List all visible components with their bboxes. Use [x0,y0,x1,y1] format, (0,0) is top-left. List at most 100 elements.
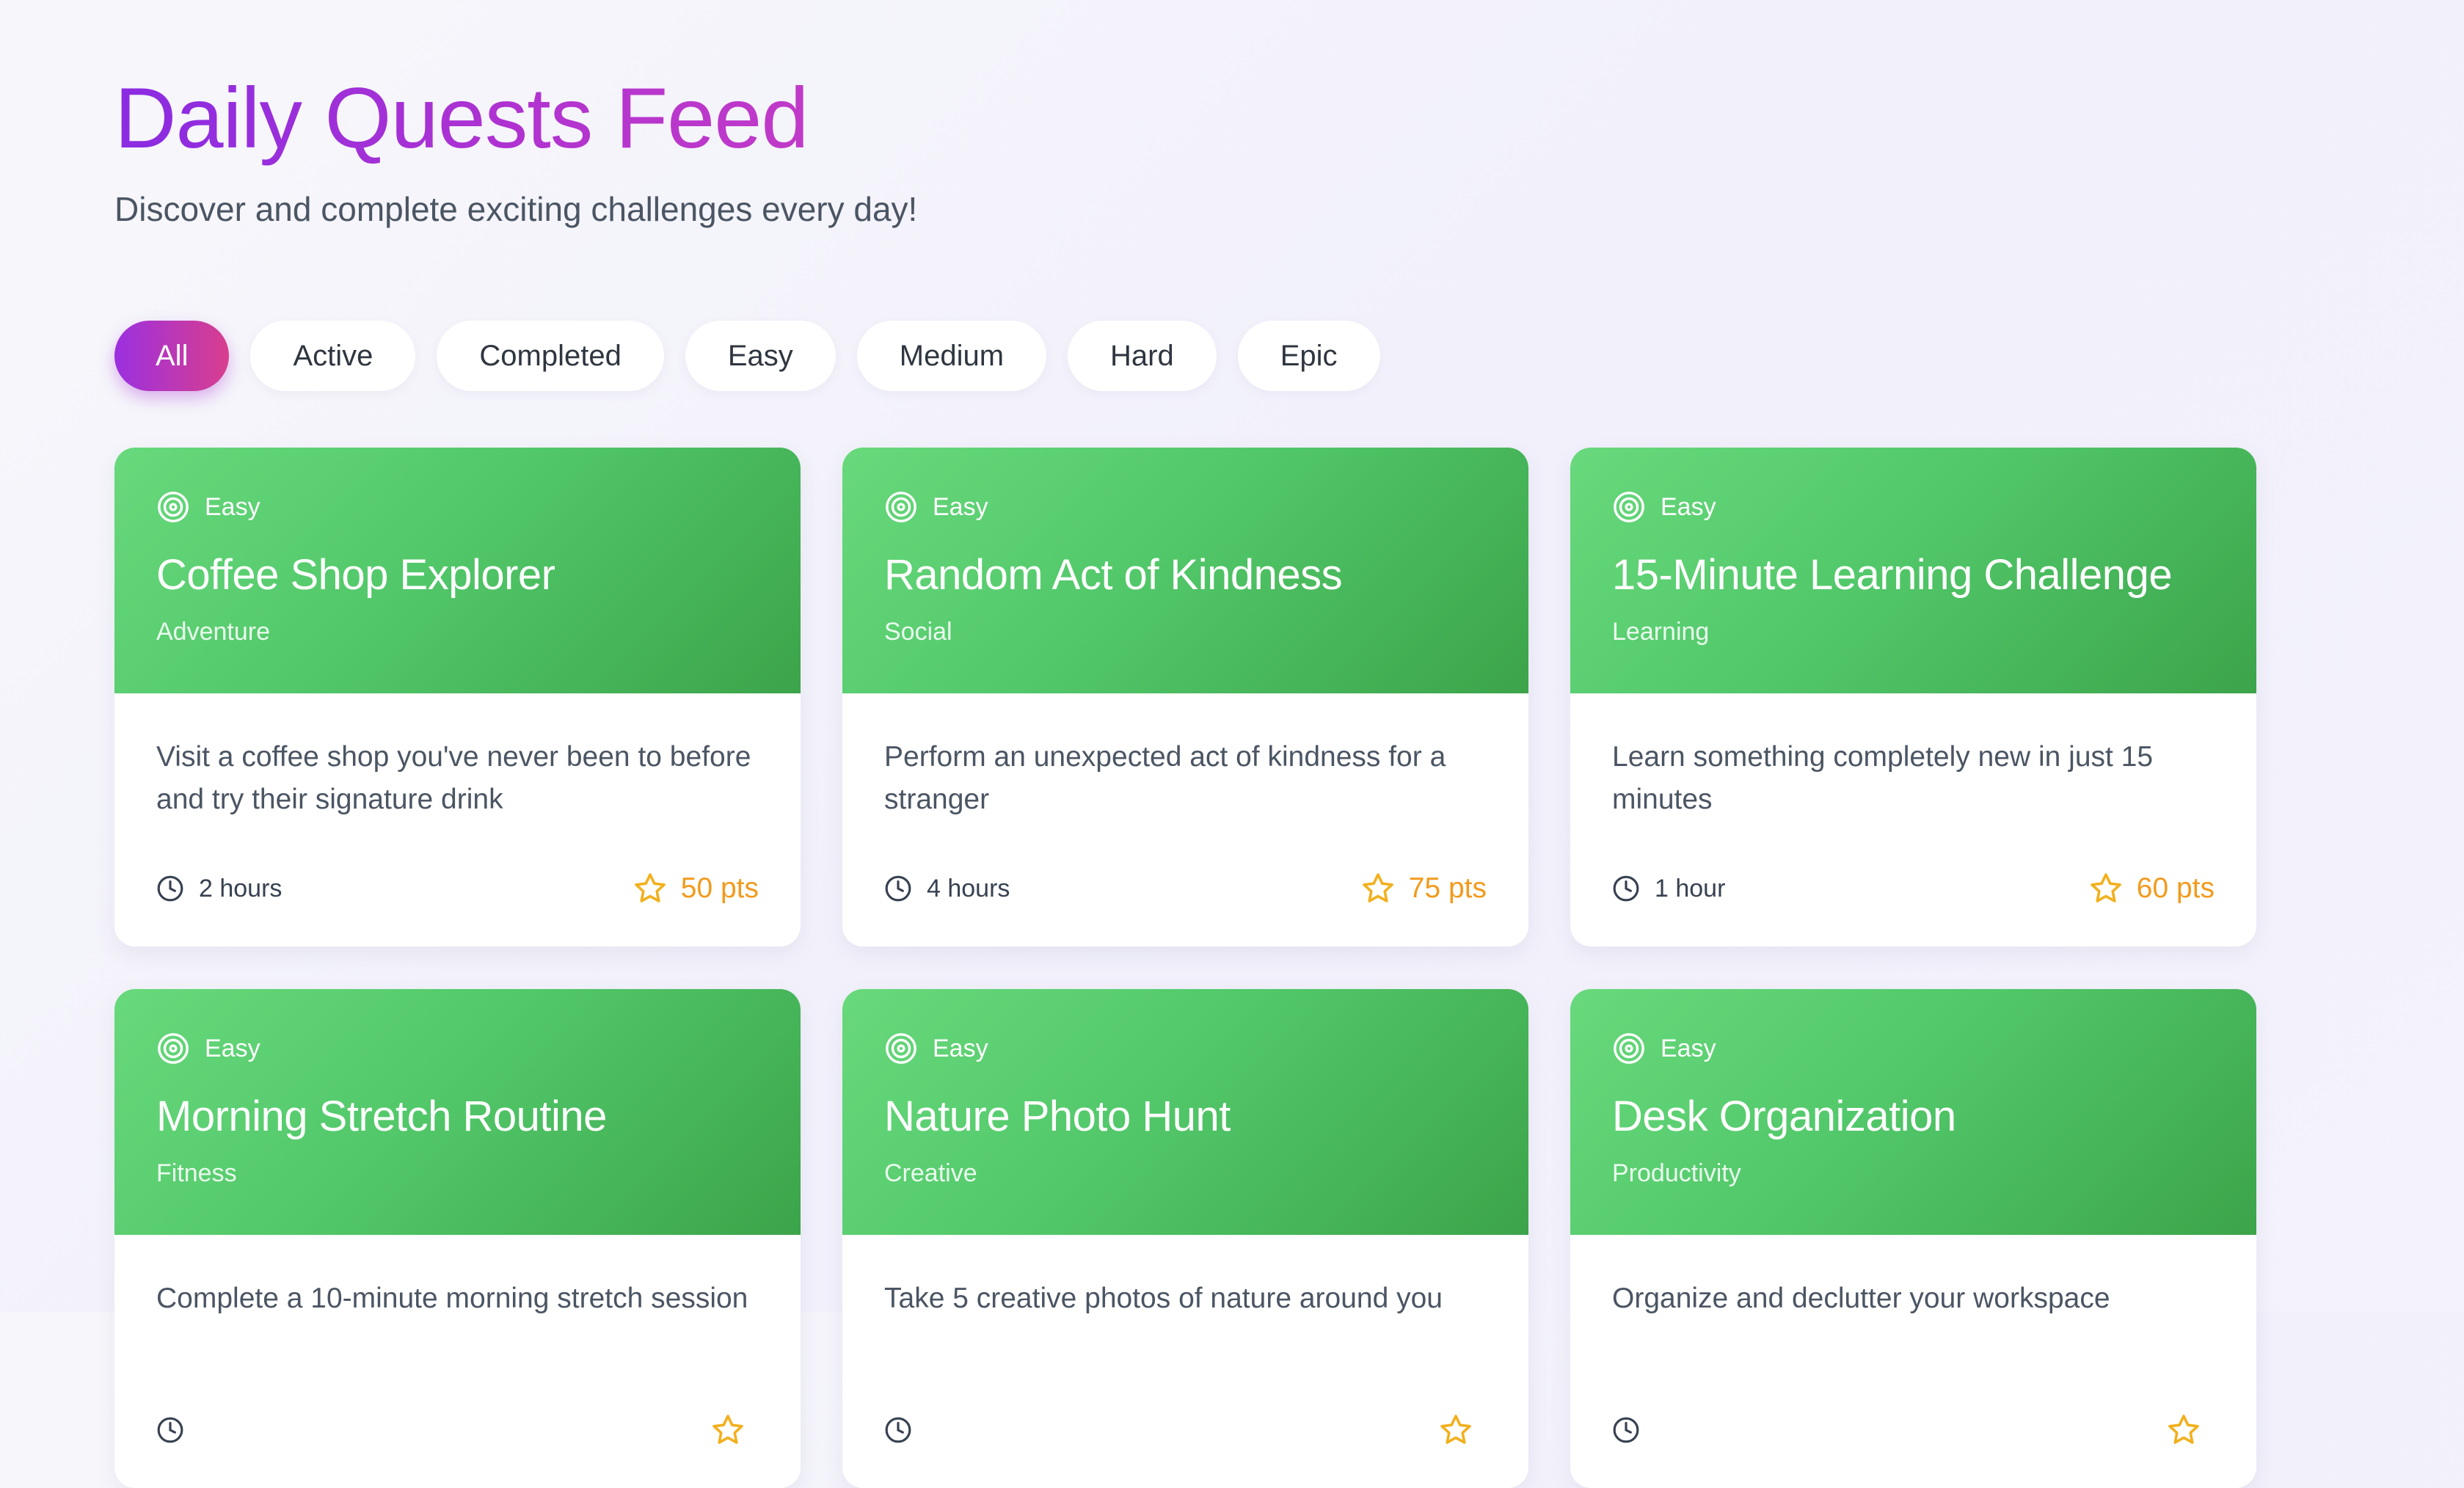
points-label: 60 pts [2136,872,2215,904]
target-icon [1614,492,1644,522]
filter-all[interactable]: All [114,321,230,391]
target-icon [158,492,189,522]
quest-card-header: Easy Morning Stretch Routine Fitness [114,989,801,1235]
duration-label: 2 hours [199,874,283,902]
quest-duration: 2 hours [156,875,282,903]
quest-duration [1612,1416,1655,1444]
quest-card[interactable]: Easy Random Act of Kindness Social Perfo… [842,448,1528,947]
target-icon [1614,1033,1644,1064]
difficulty-badge: Easy [156,490,260,524]
quest-card-header: Easy Coffee Shop Explorer Adventure [114,448,801,693]
quest-footer: 4 hours 75 pts [884,869,1487,908]
quest-card-body: Learn something completely new in just 1… [1570,693,2256,947]
star-icon [634,873,666,902]
difficulty-label: Easy [1661,492,1716,521]
quest-description: Take 5 creative photos of nature around … [884,1283,1443,1314]
difficulty-label: Easy [205,492,260,521]
star-icon [2090,873,2121,902]
quest-description: Learn something completely new in just 1… [1612,741,2154,815]
quest-points: 60 pts [2088,871,2215,906]
quest-description: Complete a 10-minute morning stretch ses… [156,1283,748,1314]
difficulty-label: Easy [933,492,988,521]
quest-footer [884,1411,1487,1449]
difficulty-label: Easy [1661,1034,1716,1062]
target-icon [158,1033,189,1064]
quest-card-body: Visit a coffee shop you've never been to… [114,693,801,947]
quest-card-body: Organize and declutter your workspace [1570,1235,2256,1488]
quest-footer: 2 hours 50 pts [156,869,759,908]
quest-card-body: Complete a 10-minute morning stretch ses… [114,1235,801,1488]
quest-description: Perform an unexpected act of kindness fo… [884,741,1446,815]
quest-card-body: Perform an unexpected act of kindness fo… [842,693,1528,947]
quest-duration: 1 hour [1612,875,1725,903]
quest-card[interactable]: Easy Coffee Shop Explorer Adventure Visi… [114,448,801,947]
quest-title: 15-Minute Learning Challenge [1612,551,2173,599]
quest-category: Fitness [156,1159,237,1187]
quest-duration: 4 hours [884,875,1010,903]
quest-points [710,1412,759,1448]
quest-card[interactable]: Easy 15-Minute Learning Challenge Learni… [1570,448,2256,947]
quest-title: Morning Stretch Routine [156,1093,607,1140]
star-icon [2168,1415,2199,1444]
target-icon [886,1033,916,1064]
difficulty-badge: Easy [1612,1032,1716,1065]
quest-category: Productivity [1612,1159,1741,1187]
quest-points: 75 pts [1360,871,1487,906]
quest-title: Nature Photo Hunt [884,1093,1231,1140]
target-icon [886,492,916,522]
quest-description: Organize and declutter your workspace [1612,1283,2110,1314]
star-icon [1440,1415,1471,1444]
quest-points: 50 pts [633,871,759,906]
quest-category: Learning [1612,618,1710,646]
quest-card[interactable]: Easy Nature Photo Hunt Creative Take 5 c… [842,989,1528,1488]
quest-description: Visit a coffee shop you've never been to… [156,741,751,815]
clock-icon [1613,875,1639,902]
filter-hard[interactable]: Hard [1068,321,1217,391]
quest-card-header: Easy 15-Minute Learning Challenge Learni… [1570,448,2256,693]
quest-points [1438,1412,1487,1448]
points-label: 50 pts [680,872,759,904]
quest-title: Coffee Shop Explorer [156,551,555,599]
quest-category: Social [884,618,952,646]
quest-title: Desk Organization [1612,1093,1956,1140]
filter-bar: All Active Completed Easy Medium Hard Ep… [114,321,1380,391]
quest-grid: Easy Coffee Shop Explorer Adventure Visi… [114,448,2256,1488]
quest-category: Creative [884,1159,977,1187]
clock-icon [885,875,911,902]
difficulty-badge: Easy [156,1032,260,1065]
quest-duration [884,1416,927,1444]
difficulty-badge: Easy [1612,490,1716,524]
star-icon [1362,873,1393,902]
filter-completed[interactable]: Completed [437,321,664,391]
duration-label: 4 hours [927,874,1010,902]
star-icon [712,1415,743,1444]
difficulty-label: Easy [205,1034,260,1062]
clock-icon [885,1417,911,1443]
clock-icon [157,875,183,902]
quest-card[interactable]: Easy Desk Organization Productivity Orga… [1570,989,2256,1488]
page-subtitle: Discover and complete exciting challenge… [114,190,918,228]
quest-card-body: Take 5 creative photos of nature around … [842,1235,1528,1488]
difficulty-badge: Easy [884,1032,988,1065]
quest-category: Adventure [156,618,270,646]
filter-active[interactable]: Active [250,321,416,391]
quest-card-header: Easy Random Act of Kindness Social [842,448,1528,693]
quest-duration [156,1416,199,1444]
filter-epic[interactable]: Epic [1237,321,1380,391]
quest-title: Random Act of Kindness [884,551,1343,599]
filter-easy[interactable]: Easy [685,321,836,391]
clock-icon [157,1417,183,1443]
difficulty-label: Easy [933,1034,988,1062]
quest-footer [156,1411,759,1449]
filter-medium[interactable]: Medium [856,321,1047,391]
duration-label: 1 hour [1655,874,1726,902]
quest-card[interactable]: Easy Morning Stretch Routine Fitness Com… [114,989,801,1488]
page-title: Daily Quests Feed [114,70,809,166]
clock-icon [1613,1417,1639,1443]
difficulty-badge: Easy [884,490,988,524]
quest-footer [1612,1411,2215,1449]
quest-card-header: Easy Nature Photo Hunt Creative [842,989,1528,1235]
quest-points [2166,1412,2215,1448]
points-label: 75 pts [1408,872,1487,904]
quest-card-header: Easy Desk Organization Productivity [1570,989,2256,1235]
